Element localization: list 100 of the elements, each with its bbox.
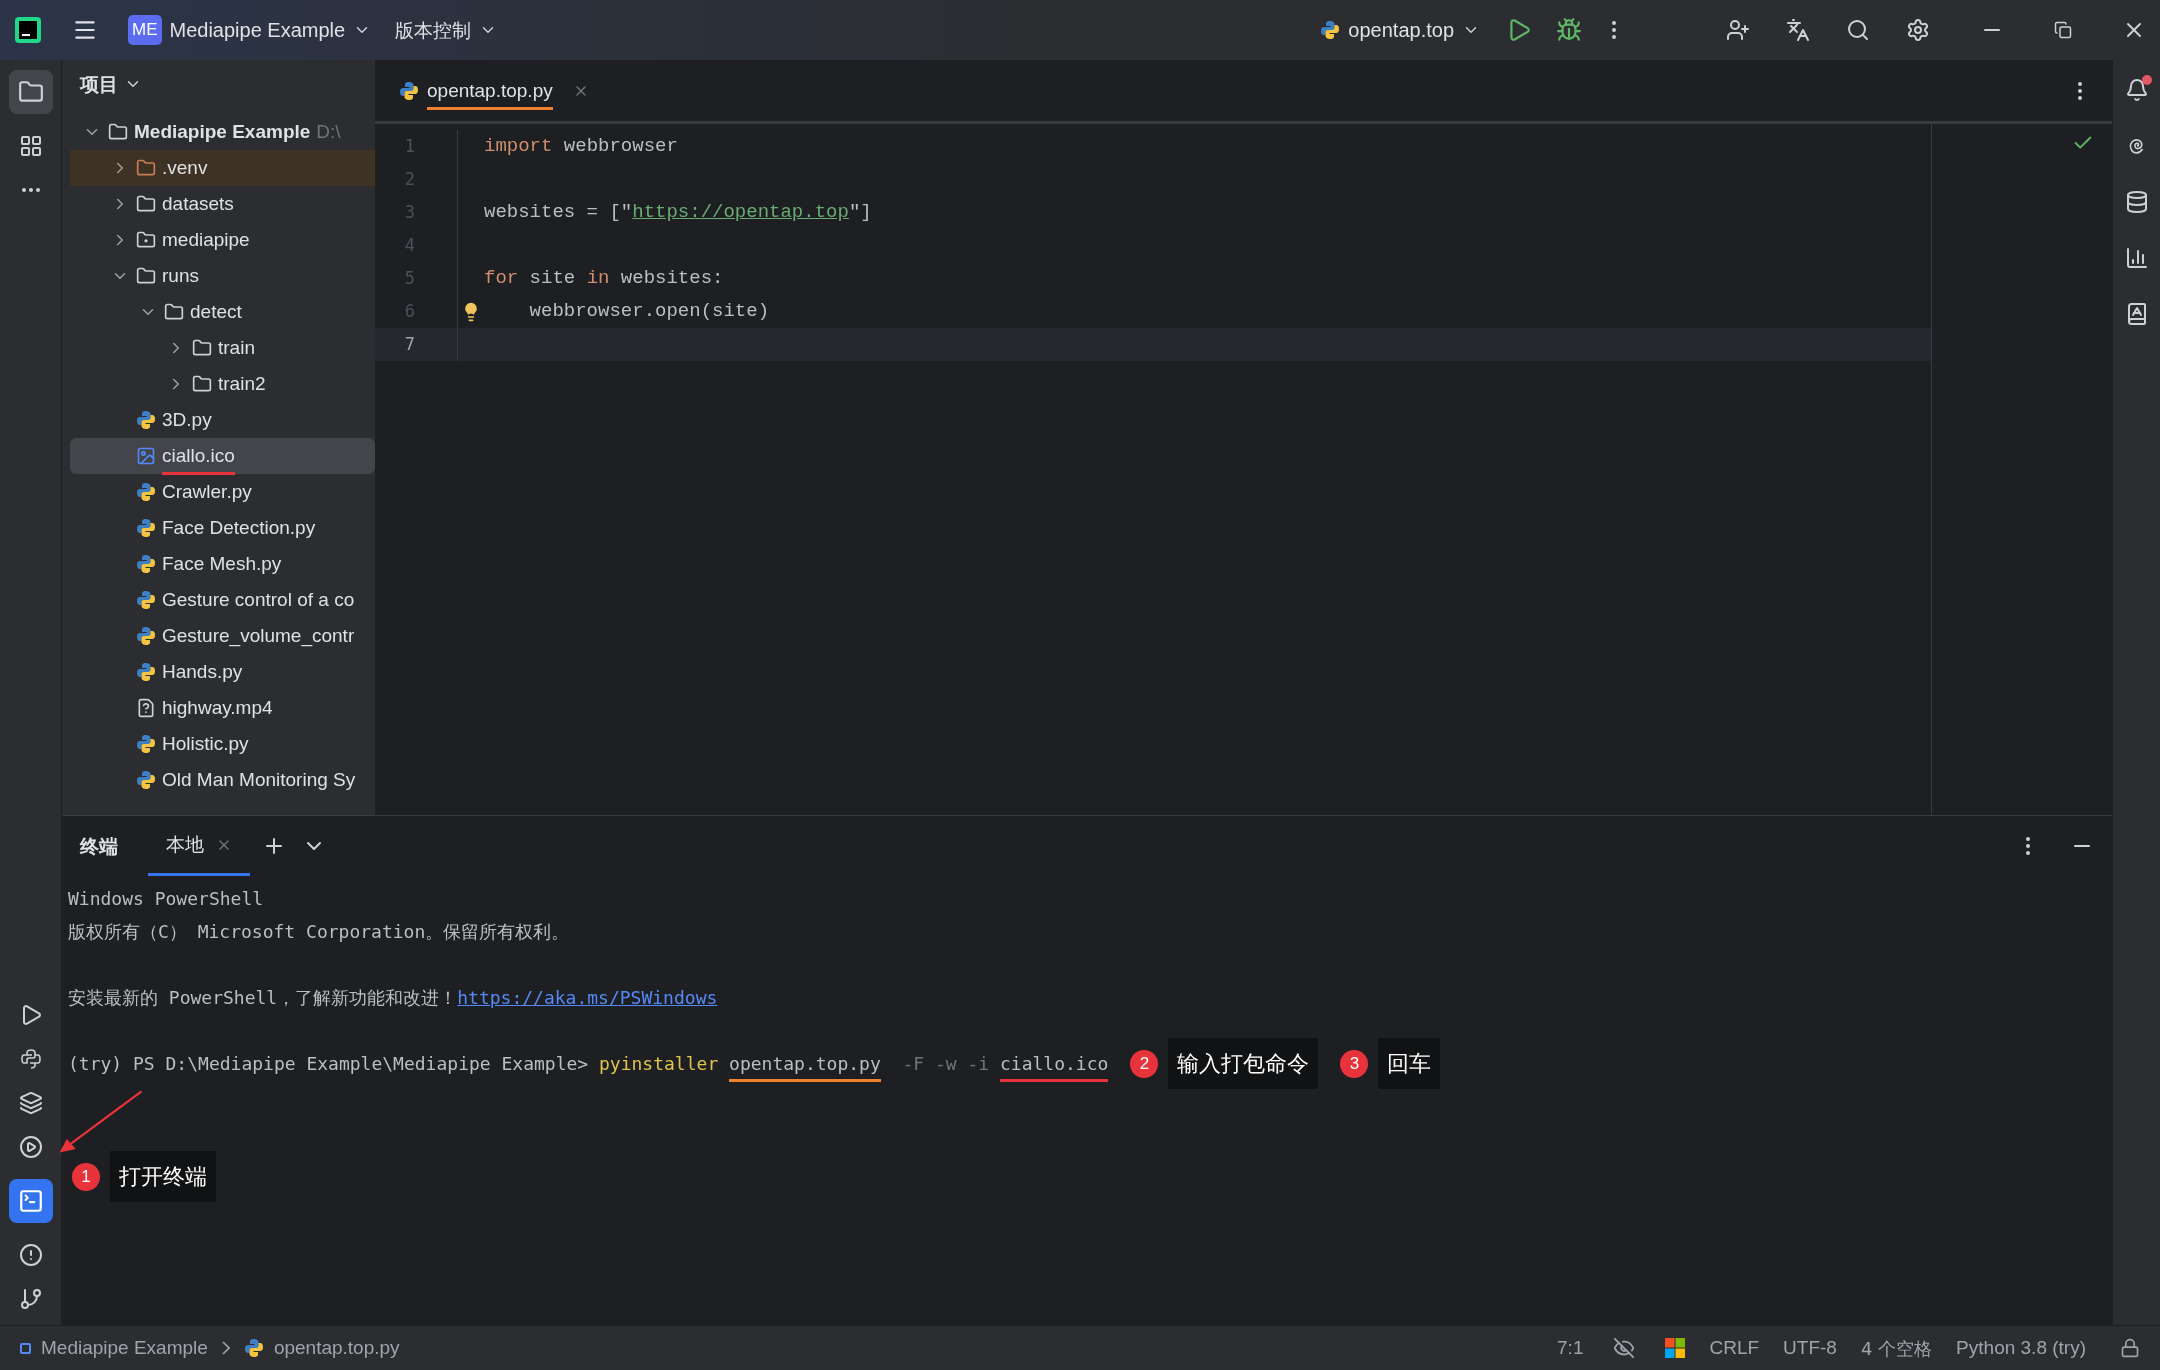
terminal-text: Windows PowerShell — [68, 887, 264, 911]
search-icon[interactable] — [1846, 18, 1870, 42]
notifications-icon[interactable] — [2124, 78, 2149, 102]
python-icon — [136, 482, 156, 502]
tree-item[interactable]: Holistic.py — [70, 726, 375, 762]
tree-item[interactable]: highway.mp4 — [70, 690, 375, 726]
problems-icon[interactable] — [18, 1243, 43, 1267]
vcs-menu[interactable]: 版本控制 — [395, 15, 498, 45]
tree-item[interactable]: 3D.py — [70, 402, 375, 438]
folder-icon — [164, 302, 184, 322]
tree-item[interactable]: Face Detection.py — [70, 510, 375, 546]
add-user-icon[interactable] — [1726, 18, 1750, 42]
tree-item[interactable]: Face Mesh.py — [70, 546, 375, 582]
project-tool-button[interactable] — [8, 70, 53, 114]
file-name: Gesture control of a co — [162, 587, 355, 612]
panel-title: 项目 — [80, 71, 118, 97]
tree-item[interactable]: train2 — [70, 366, 375, 402]
file-encoding[interactable]: UTF-8 — [1783, 1333, 1837, 1363]
terminal-text: (try) PS D:\Mediapipe Example\Mediapipe Example> — [68, 1052, 590, 1076]
panel-title: 终端 — [80, 833, 118, 859]
terminal-tab[interactable]: 本地 — [148, 816, 250, 876]
tree-item[interactable]: .venv — [70, 150, 375, 186]
file-name: 3D.py — [162, 407, 212, 432]
debug-icon[interactable] — [1556, 17, 1582, 43]
caret-position[interactable]: 7:1 — [1557, 1333, 1584, 1363]
windows-logo-icon — [1665, 1338, 1686, 1358]
terminal-text: 安装最新的 PowerShell，了解新功能和改进！ — [68, 986, 458, 1010]
terminal-icon — [17, 1188, 44, 1214]
tree-item[interactable]: datasets — [70, 186, 375, 222]
python-icon — [136, 590, 156, 610]
tree-item[interactable]: Mediapipe Example D:\ — [70, 114, 375, 150]
file-name: Face Mesh.py — [162, 551, 282, 576]
editor-tab[interactable]: opentap.top.py — [395, 61, 593, 121]
tree-item[interactable]: Crawler.py — [70, 474, 375, 510]
git-branch-icon[interactable] — [18, 1287, 43, 1311]
folder-icon — [192, 338, 212, 358]
folder-icon — [108, 122, 128, 142]
file-name: .venv — [162, 155, 208, 180]
python-icon — [136, 734, 156, 754]
tree-item[interactable]: Gesture control of a co — [70, 582, 375, 618]
line-separator[interactable]: CRLF — [1709, 1333, 1760, 1363]
python-icon — [136, 770, 156, 790]
tree-item[interactable]: Hands.py — [70, 654, 375, 690]
tree-item[interactable]: ciallo.ico — [70, 438, 375, 474]
database-icon[interactable] — [2124, 190, 2149, 214]
file-name: train2 — [218, 371, 266, 396]
code-line: import webbrowser — [484, 134, 678, 160]
python-interpreter[interactable]: Python 3.8 (try) — [1956, 1333, 2086, 1363]
terminal-text: ciallo.ico — [1000, 1052, 1109, 1076]
tree-item[interactable]: mediapipe — [70, 222, 375, 258]
indent-setting[interactable]: 4 个空格 — [1860, 1334, 1933, 1362]
terminal-text: 版权所有（C） Microsoft Corporation。保留所有权利。 — [68, 920, 570, 944]
settings-icon[interactable] — [1906, 18, 1930, 42]
python-icon — [399, 81, 419, 101]
code-line: for site in websites: — [484, 266, 724, 292]
project-switcher[interactable]: ME Mediapipe Example — [128, 15, 372, 45]
python-console-icon[interactable] — [18, 1047, 43, 1071]
file-name: train — [218, 335, 255, 360]
tree-item[interactable]: runs — [70, 258, 375, 294]
folder-icon — [136, 158, 156, 178]
file-name: Gesture_volume_contr — [162, 623, 355, 649]
terminal-text: -F -w -i — [901, 1052, 991, 1076]
tree-item[interactable]: detect — [70, 294, 375, 330]
python-icon — [136, 626, 156, 646]
project-name: Mediapipe Example — [169, 18, 346, 43]
tab-label: opentap.top.py — [427, 78, 553, 103]
folder-icon — [136, 266, 156, 286]
eye-off-icon[interactable] — [1613, 1337, 1636, 1359]
tree-item[interactable]: Old Man Monitoring Sy — [70, 762, 375, 798]
translate-icon[interactable] — [1786, 18, 1810, 42]
breadcrumb[interactable]: opentap.top.py — [273, 1333, 400, 1363]
line-number: 7 — [403, 332, 415, 356]
tree-item[interactable]: train — [70, 330, 375, 366]
path-hint: D:\ — [316, 119, 341, 144]
project-badge: ME — [128, 15, 162, 45]
tree-item[interactable]: Gesture_volume_contr — [70, 618, 375, 654]
breadcrumb[interactable]: Mediapipe Example — [41, 1333, 208, 1363]
services-icon[interactable] — [18, 1135, 43, 1159]
step-number: 1 — [72, 1162, 100, 1191]
lock-icon[interactable] — [2120, 1338, 2140, 1358]
file-name: Face Detection.py — [162, 515, 316, 540]
file-name: Old Man Monitoring Sy — [162, 767, 356, 792]
file-name: ciallo.ico — [162, 443, 235, 468]
chart-icon[interactable] — [2124, 246, 2149, 270]
code-line: websites = ["https://opentap.top"] — [484, 200, 872, 226]
file-name: Crawler.py — [162, 479, 252, 504]
callout-label: 回车 — [1378, 1038, 1441, 1089]
file-name: highway.mp4 — [162, 695, 273, 720]
folder-icon — [17, 79, 44, 105]
structure-icon[interactable] — [18, 134, 43, 158]
terminal-tool-button[interactable] — [8, 1179, 53, 1223]
run-configuration[interactable]: opentap.top — [1320, 15, 1480, 45]
app-logo-icon — [14, 16, 42, 44]
terminal-link[interactable]: https://aka.ms/PSWindows — [457, 984, 718, 1011]
folder-icon — [192, 374, 212, 394]
layers-icon[interactable] — [18, 1091, 43, 1115]
file-name: mediapipe — [162, 227, 250, 252]
python-icon — [136, 518, 156, 538]
python-icon — [136, 554, 156, 574]
restore-icon[interactable] — [2054, 21, 2072, 39]
